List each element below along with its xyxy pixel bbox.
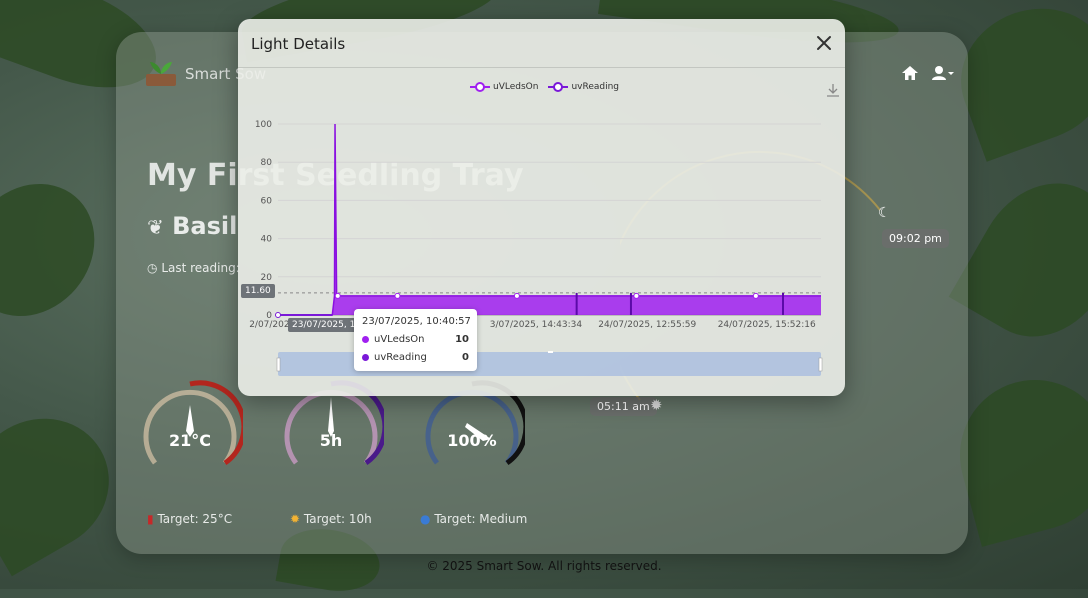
thermometer-icon: ▮ xyxy=(147,512,154,526)
sunrise-time: 05:11 am xyxy=(590,397,657,416)
home-icon[interactable] xyxy=(902,66,918,80)
data-point xyxy=(513,292,520,299)
target-light: ✹ Target: 10h xyxy=(290,512,372,526)
plant-name: ❦ Basil xyxy=(147,212,238,240)
y-tick-label: 80 xyxy=(261,158,273,168)
data-point xyxy=(633,292,640,299)
temperature-gauge: 21°C xyxy=(137,375,247,481)
user-menu-icon[interactable] xyxy=(932,66,954,80)
axis-pointer-x-label: 23/07/2025, 1 xyxy=(288,318,360,332)
data-point xyxy=(394,292,401,299)
moon-icon: ☾ xyxy=(878,205,891,221)
sun-icon: ✹ xyxy=(290,512,301,526)
data-point xyxy=(334,292,341,299)
logo-icon xyxy=(146,62,176,86)
target-temperature: ▮ Target: 25°C xyxy=(147,512,233,526)
y-tick-label: 20 xyxy=(261,273,273,283)
zoom-slider-grip xyxy=(548,351,553,353)
light-details-modal: Light Details uVLedsOn uvReading 0 20 40 60… xyxy=(238,19,845,396)
data-point xyxy=(752,292,759,299)
target-humidity: ● Target: Medium xyxy=(420,512,528,526)
series-dot xyxy=(362,336,369,343)
chart-tooltip: 23/07/2025, 10:40:57 uVLedsOn 10 uvReadi… xyxy=(354,309,477,371)
sun-icon: ✹ xyxy=(650,396,663,414)
y-tick-label: 100 xyxy=(255,120,272,130)
series-area-uvledson xyxy=(278,124,821,315)
light-chart: 0204060801002/07/2025, 1 3/07/2025, 14:43… xyxy=(249,120,823,376)
droplet-icon: ● xyxy=(420,512,431,526)
x-tick-label: 3/07/2025, 14:43:34 xyxy=(490,320,583,330)
zoom-slider-handle-right xyxy=(818,357,823,372)
top-nav xyxy=(902,66,954,80)
axis-pointer-y-label: 11.60 xyxy=(241,284,275,298)
sunset-time: 09:02 pm xyxy=(882,229,949,248)
tooltip-row: uVLedsOn 10 xyxy=(362,334,469,345)
y-tick-label: 40 xyxy=(261,235,273,245)
zoom-slider-handle-left xyxy=(276,357,281,372)
y-tick-label: 60 xyxy=(261,196,273,206)
tooltip-time: 23/07/2025, 10:40:57 xyxy=(362,316,471,327)
x-tick-label: 24/07/2025, 12:55:59 xyxy=(598,320,696,330)
tooltip-row: uvReading 0 xyxy=(362,352,469,363)
last-reading: ◷ Last reading: xyxy=(147,261,240,275)
data-point xyxy=(275,312,281,318)
leaf-icon: ❦ xyxy=(147,215,164,239)
x-tick-label: 24/07/2025, 15:52:16 xyxy=(718,320,816,330)
footer: © 2025 Smart Sow. All rights reserved. xyxy=(426,559,662,573)
clock-icon: ◷ xyxy=(147,261,158,275)
series-dot xyxy=(362,354,369,361)
series-line-uvledson xyxy=(278,123,821,316)
